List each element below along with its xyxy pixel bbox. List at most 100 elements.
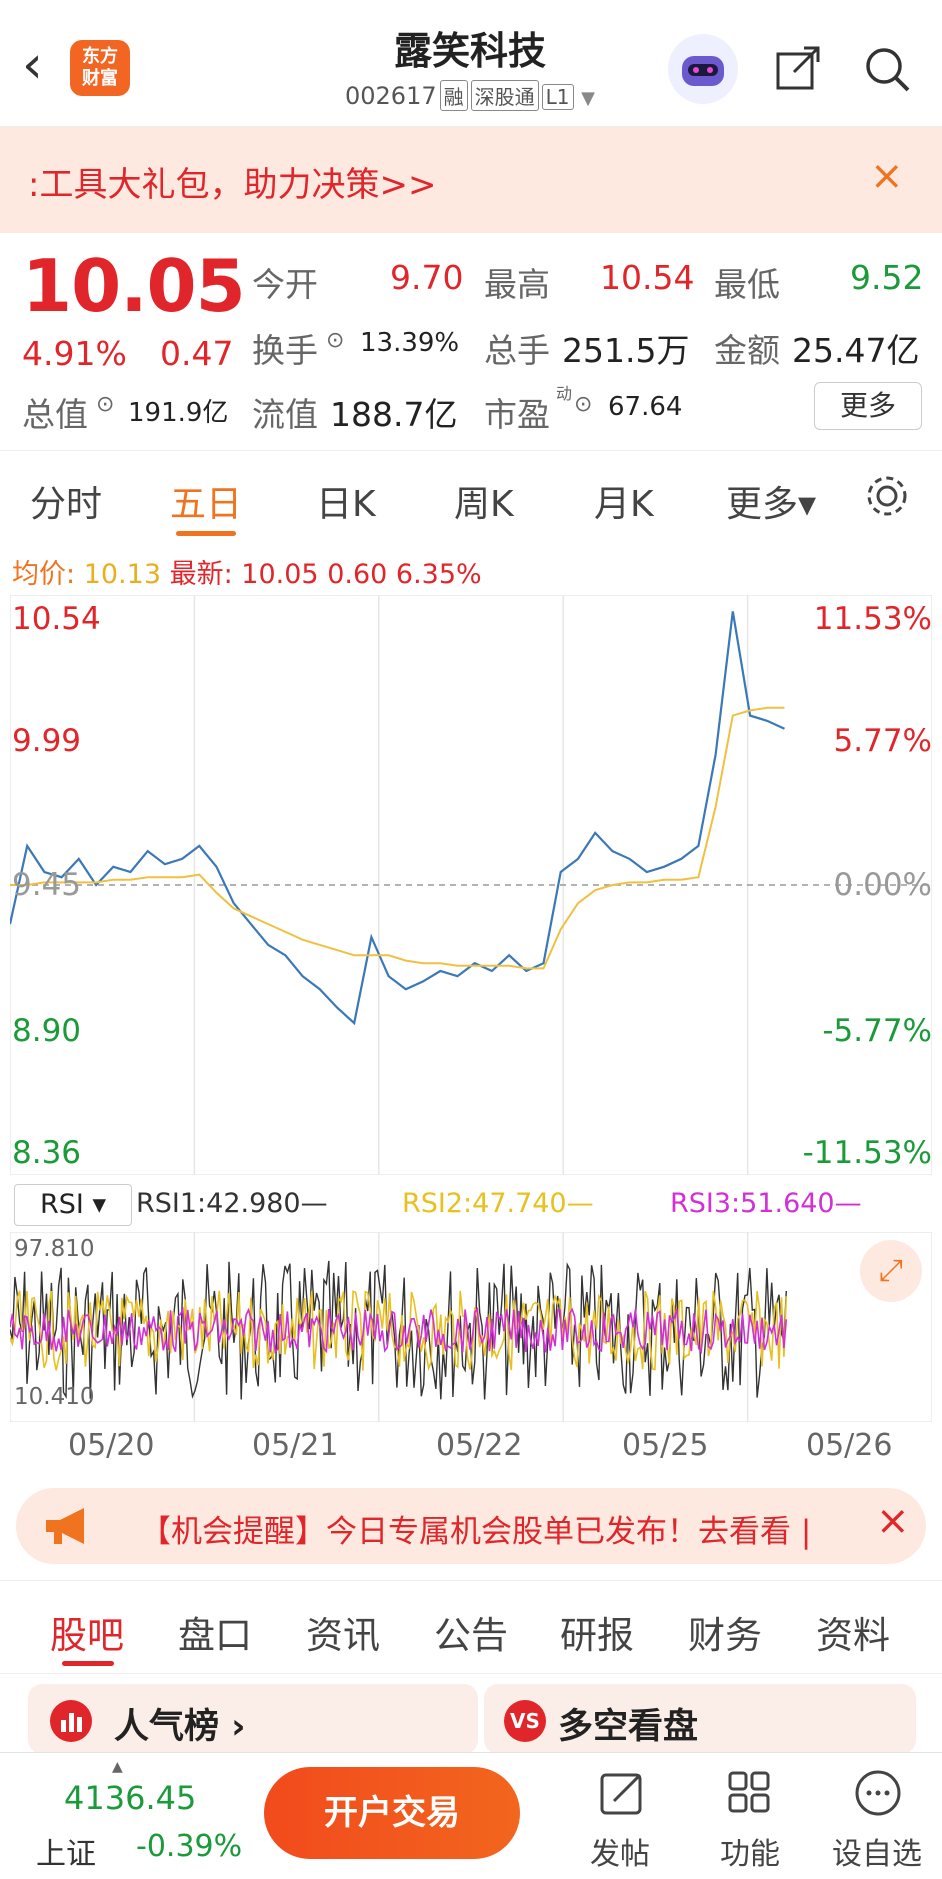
stock-code: 002617 [345, 82, 437, 110]
tab-guba[interactable]: 股吧 [50, 1605, 124, 1659]
index-value[interactable]: 4136.45 [64, 1779, 196, 1817]
more-dots-icon[interactable] [852, 1767, 904, 1819]
close-icon[interactable]: × [876, 1498, 910, 1544]
bottom-bar: ▲ 4136.45 上证 -0.39% 开户交易 发帖 功能 设自选 [0, 1752, 942, 1879]
stock-code-row[interactable]: 002617 融深股通 L1 ▼ [300, 80, 640, 111]
pe-label: 市盈 [484, 395, 550, 434]
logo-line-2: 财富 [82, 68, 118, 89]
function-label[interactable]: 功能 [720, 1829, 780, 1873]
stock-name: 露笑科技 [393, 29, 546, 73]
rsi-chart[interactable]: 97.810 10.410 [9, 1231, 933, 1423]
open-label: 今开 [252, 265, 318, 304]
rsi2-legend: RSI2:47.740— [402, 1188, 594, 1219]
tab-weekly-k[interactable]: 周K [454, 475, 514, 527]
date-label: 05/20 [68, 1428, 155, 1463]
rsi-line-1 [9, 1260, 787, 1400]
tab-daily-k[interactable]: 日K [316, 475, 376, 527]
tab-five-day[interactable]: 五日 [170, 475, 242, 527]
y-tick-label: 9.45 [12, 867, 82, 903]
amount-label: 金额 [714, 331, 780, 370]
share-icon[interactable] [774, 44, 824, 94]
promo-banner-text: :工具大礼包，助力决策>> [28, 165, 437, 205]
search-icon[interactable] [862, 44, 912, 94]
tab-profile[interactable]: 资料 [816, 1605, 890, 1659]
chart-bars-icon [50, 1700, 92, 1742]
info-icon[interactable]: ⊙ [326, 328, 344, 353]
low-value: 9.52 [850, 258, 924, 297]
tab-more[interactable]: 更多▾ [726, 475, 816, 527]
opportunity-reminder[interactable]: 【机会提醒】今日专属机会股单已发布！去看看 | × [16, 1488, 926, 1564]
close-icon[interactable]: × [870, 153, 904, 199]
grid-function-icon[interactable] [724, 1767, 776, 1819]
tab-news[interactable]: 资讯 [306, 1605, 380, 1659]
gear-icon[interactable] [862, 471, 912, 521]
y-tick-pct-label: -5.77% [822, 1013, 932, 1049]
info-icon[interactable]: ⊙ [96, 392, 114, 417]
index-name[interactable]: 上证 [36, 1829, 96, 1873]
tab-research[interactable]: 研报 [560, 1605, 634, 1659]
price-chart-svg [8, 594, 933, 1176]
avg-label: 均价: [12, 559, 76, 590]
expand-icon[interactable]: ⤢ [860, 1240, 922, 1302]
latest-pct: 6.35% [395, 559, 482, 590]
high-label: 最高 [484, 265, 550, 304]
bull-bear-title: 多空看盘 [558, 1707, 699, 1747]
megaphone-icon [40, 1504, 100, 1548]
series-line-price [8, 611, 785, 1026]
back-icon[interactable]: ‹ [22, 39, 52, 91]
float-value: 188.7亿 [330, 395, 458, 434]
series-line-avg [10, 706, 785, 970]
rsi-legend-bar: RSI ▾ RSI1:42.980— RSI2:47.740— RSI3:51.… [10, 1180, 932, 1230]
five-day-chart[interactable]: 10.54 9.99 9.45 8.90 8.36 11.53% 5.77% 0… [8, 594, 933, 1176]
date-label: 05/21 [252, 1428, 339, 1463]
y-tick-pct-label: 0.00% [833, 867, 932, 903]
low-label: 最低 [714, 265, 780, 304]
date-label: 05/22 [436, 1428, 523, 1463]
logo-line-1: 东方 [82, 46, 118, 67]
open-value: 9.70 [390, 258, 464, 297]
rsi1-legend: RSI1:42.980— [136, 1188, 328, 1219]
pe-value: 67.64 [608, 392, 683, 422]
current-price: 10.05 [22, 244, 246, 328]
top-header: ‹ 东方 财富 露笑科技 002617 融深股通 L1 ▼ [0, 0, 942, 127]
index-change: -0.39% [136, 1829, 243, 1864]
vs-icon: VS [504, 1700, 546, 1742]
tab-underline [62, 1661, 114, 1666]
rsi-chart-svg [9, 1231, 933, 1423]
mktcap-value: 191.9亿 [128, 398, 229, 428]
post-label[interactable]: 发帖 [590, 1829, 650, 1873]
tab-announcements[interactable]: 公告 [434, 1605, 508, 1659]
volume-label: 总手 [484, 331, 550, 370]
watchlist-label[interactable]: 设自选 [832, 1829, 922, 1873]
tab-intraday[interactable]: 分时 [30, 475, 102, 527]
mktcap-label: 总值 [22, 395, 88, 434]
y-tick-pct-label: -11.53% [802, 1135, 932, 1171]
promo-banner[interactable]: :工具大礼包，助力决策>> × [0, 127, 942, 233]
rsi-min-label: 10.410 [14, 1384, 95, 1410]
y-tick-label: 8.36 [12, 1135, 82, 1171]
tab-pankou[interactable]: 盘口 [178, 1605, 252, 1659]
change-pct: 4.91% [22, 334, 127, 373]
open-account-trade-button[interactable]: 开户交易 [264, 1767, 520, 1859]
assistant-robot-icon[interactable] [668, 34, 738, 104]
latest-label: 最新: [169, 559, 233, 590]
y-tick-label: 8.90 [12, 1013, 82, 1049]
latest-change: 0.60 [327, 559, 388, 590]
info-icon[interactable]: ⊙ [574, 392, 592, 417]
bull-bear-card[interactable]: VS 多空看盘 [484, 1684, 916, 1754]
tab-finance[interactable]: 财务 [688, 1605, 762, 1659]
edit-post-icon[interactable] [596, 1767, 648, 1819]
y-tick-pct-label: 5.77% [833, 723, 932, 759]
rsi-max-label: 97.810 [14, 1236, 95, 1262]
popularity-card[interactable]: 人气榜 › [28, 1684, 478, 1754]
date-label: 05/26 [806, 1428, 893, 1463]
caret-up-icon: ▲ [112, 1759, 123, 1775]
chart-tabs: 分时 五日 日K 周K 月K 更多▾ [0, 450, 942, 541]
pe-superscript: 动 [556, 384, 573, 403]
tab-monthly-k[interactable]: 月K [594, 475, 654, 527]
indicator-select[interactable]: RSI ▾ [14, 1184, 132, 1226]
turnover-label: 换手 [252, 331, 318, 370]
more-button[interactable]: 更多 [814, 382, 922, 430]
info-tabs: 股吧 盘口 资讯 公告 研报 财务 资料 [0, 1580, 942, 1674]
volume-value: 251.5万 [562, 331, 690, 370]
